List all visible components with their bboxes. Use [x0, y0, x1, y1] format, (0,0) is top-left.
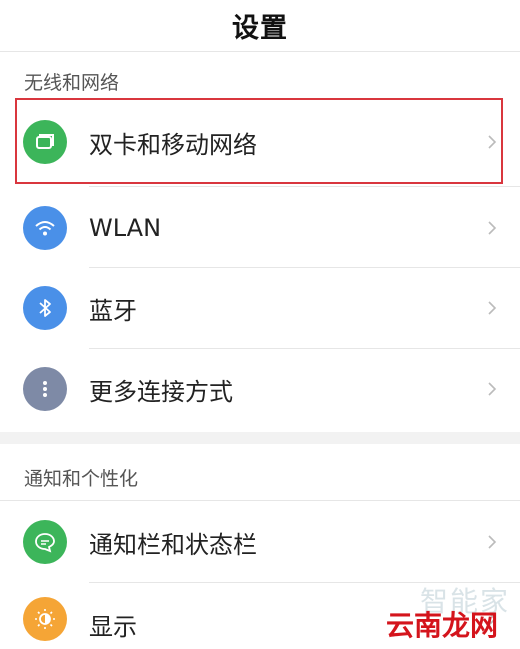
- sim-card-icon: [23, 120, 67, 164]
- divider: [0, 500, 520, 501]
- settings-item-label: WLAN: [89, 214, 162, 242]
- more-dots-icon: [23, 367, 67, 411]
- settings-item-bluetooth[interactable]: 蓝牙: [0, 268, 520, 348]
- top-bar: 设置: [0, 0, 520, 52]
- section-label-notifications: 通知和个性化: [24, 468, 139, 490]
- section-gap: [0, 432, 520, 444]
- chevron-right-icon: [488, 221, 497, 235]
- message-icon: [23, 520, 67, 564]
- chevron-right-icon: [488, 535, 497, 549]
- chevron-right-icon: [488, 382, 497, 396]
- settings-item-more-connections[interactable]: 更多连接方式: [0, 349, 520, 429]
- settings-item-notification-bar[interactable]: 通知栏和状态栏: [0, 502, 520, 582]
- chevron-right-icon: [488, 135, 497, 149]
- settings-item-wlan[interactable]: WLAN: [0, 188, 520, 268]
- settings-item-label: 显示: [89, 613, 137, 641]
- settings-item-label: 蓝牙: [89, 296, 137, 325]
- settings-item-label: 双卡和移动网络: [89, 130, 257, 159]
- watermark-logo: 云南龙网: [386, 609, 499, 642]
- divider: [89, 186, 520, 187]
- wifi-icon: [23, 206, 67, 250]
- settings-item-dual-sim[interactable]: 双卡和移动网络: [0, 102, 520, 182]
- section-label-wireless: 无线和网络: [24, 72, 120, 94]
- settings-item-label: 更多连接方式: [89, 377, 233, 406]
- bluetooth-icon: [23, 286, 67, 330]
- chevron-right-icon: [488, 301, 497, 315]
- settings-item-label: 通知栏和状态栏: [89, 530, 257, 559]
- brightness-icon: [23, 597, 67, 641]
- page-title: 设置: [232, 13, 288, 44]
